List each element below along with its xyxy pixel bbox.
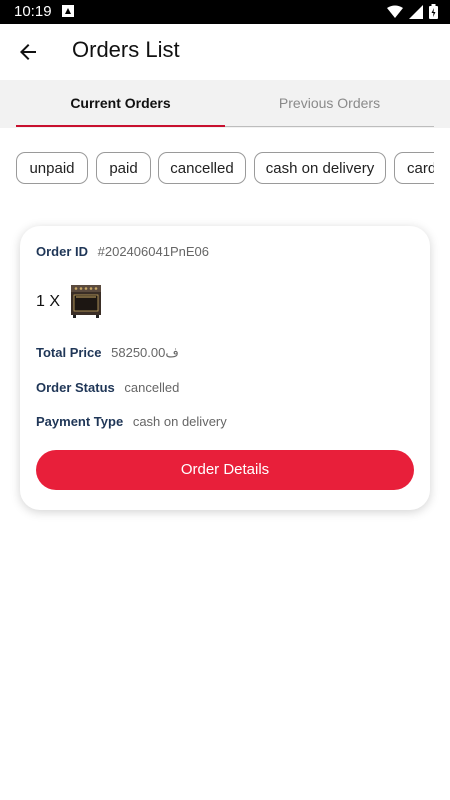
filter-chip-unpaid[interactable]: unpaid xyxy=(16,152,88,184)
total-price-row: Total Price 58250.00ف xyxy=(36,345,179,361)
wifi-icon xyxy=(387,5,403,18)
order-status-label: Order Status xyxy=(36,380,115,395)
active-tab-indicator xyxy=(16,125,225,127)
order-id-row: Order ID #202406041PnE06 xyxy=(36,244,209,259)
order-details-button[interactable]: Order Details xyxy=(36,450,414,490)
filter-chip-cancelled[interactable]: cancelled xyxy=(158,152,246,184)
signal-icon xyxy=(409,4,423,19)
total-price-label: Total Price xyxy=(36,345,102,360)
filter-chip-cash-on-delivery[interactable]: cash on delivery xyxy=(254,152,386,184)
order-card: Order ID #202406041PnE06 1 X Total Price… xyxy=(20,226,430,510)
page-title: Orders List xyxy=(72,37,180,62)
battery-icon xyxy=(429,4,438,19)
order-status-row: Order Status cancelled xyxy=(36,380,179,395)
notification-icon xyxy=(62,5,74,17)
tab-previous-orders[interactable]: Previous Orders xyxy=(225,80,434,126)
order-tabs: Current Orders Previous Orders xyxy=(0,80,450,128)
back-arrow-icon[interactable] xyxy=(16,40,40,64)
filter-chip-paid[interactable]: paid xyxy=(96,152,151,184)
order-id-label: Order ID xyxy=(36,244,89,259)
status-time: 10:19 xyxy=(14,3,52,20)
order-id-value: #202406041PnE06 xyxy=(97,244,209,259)
tab-divider xyxy=(225,126,434,127)
product-thumbnail xyxy=(71,285,101,318)
payment-type-value: cash on delivery xyxy=(132,414,227,429)
order-status-value: cancelled xyxy=(124,380,180,395)
total-price-value: 58250.00ف xyxy=(111,345,179,360)
app-bar: Orders List xyxy=(0,24,450,80)
payment-type-label: Payment Type xyxy=(36,414,124,429)
filter-chip-card[interactable]: card xyxy=(394,152,434,184)
system-icons xyxy=(387,4,438,19)
tab-current-orders[interactable]: Current Orders xyxy=(16,80,225,126)
payment-type-row: Payment Type cash on delivery xyxy=(36,414,227,429)
status-bar: 10:19 xyxy=(0,0,450,24)
order-quantity: 1 X xyxy=(36,293,61,310)
filter-chips: unpaid paid cancelled cash on delivery c… xyxy=(16,152,434,186)
